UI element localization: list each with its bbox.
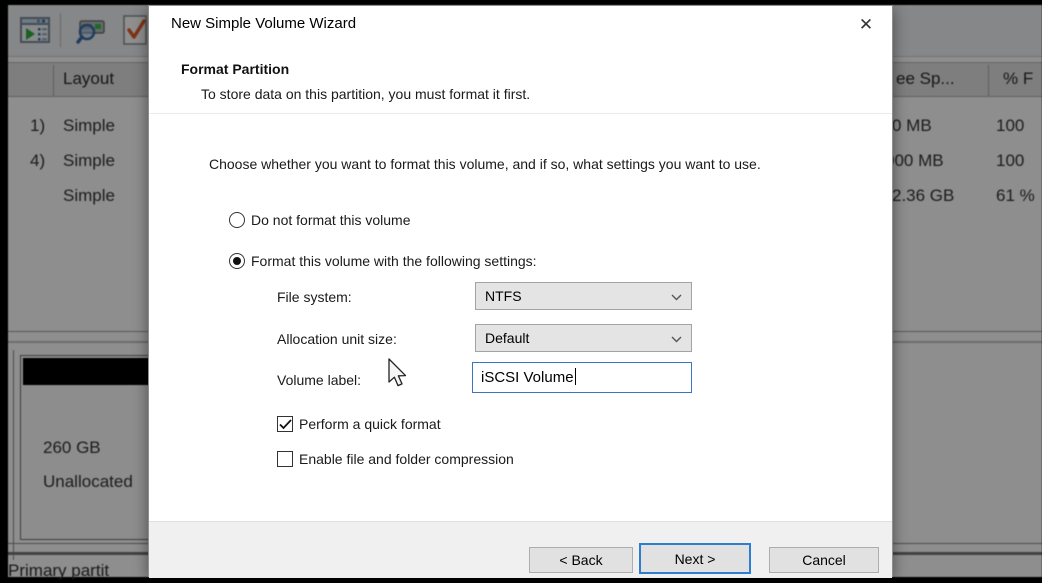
checkbox-1[interactable] [277,451,293,467]
radio-1[interactable] [229,253,245,269]
page-title: Format Partition [181,61,289,77]
next-button[interactable]: Next > [639,543,751,574]
new-simple-volume-wizard-dialog: New Simple Volume Wizard ✕ Format Partit… [148,5,893,577]
file-system-value: NTFS [485,288,522,304]
checkbox-1-label[interactable]: Enable file and folder compression [299,451,514,467]
volume-label-input[interactable]: iSCSI Volume [472,362,692,393]
checkbox-0[interactable] [277,416,293,432]
volume-label-label: Volume label: [277,372,361,388]
back-button[interactable]: < Back [529,547,633,573]
dialog-footer: < Back Next > Cancel [149,521,892,578]
file-system-dropdown[interactable]: NTFS [475,282,692,310]
allocation-unit-label: Allocation unit size: [277,331,397,347]
allocation-unit-dropdown[interactable]: Default [475,324,692,352]
file-system-label: File system: [277,289,352,305]
chevron-down-icon [671,336,682,343]
close-icon[interactable]: ✕ [849,10,883,40]
radio-1-label[interactable]: Format this volume with the following se… [251,253,537,269]
page-subtitle: To store data on this partition, you mus… [201,86,530,102]
checkbox-0-label[interactable]: Perform a quick format [299,416,441,432]
cancel-button[interactable]: Cancel [769,547,879,573]
chevron-down-icon [671,294,682,301]
allocation-unit-value: Default [485,330,529,346]
header-divider [149,113,892,114]
dialog-title: New Simple Volume Wizard [171,15,356,32]
check-icon [279,419,292,430]
intro-text: Choose whether you want to format this v… [209,156,761,172]
radio-0[interactable] [229,212,245,228]
radio-0-label[interactable]: Do not format this volume [251,212,411,228]
volume-label-value: iSCSI Volume [481,369,574,386]
screen: Layout ee Sp... % F 1) Simple 0 MB 100 4… [0,0,1042,583]
mouse-cursor-icon [386,358,412,392]
text-caret [575,368,576,385]
